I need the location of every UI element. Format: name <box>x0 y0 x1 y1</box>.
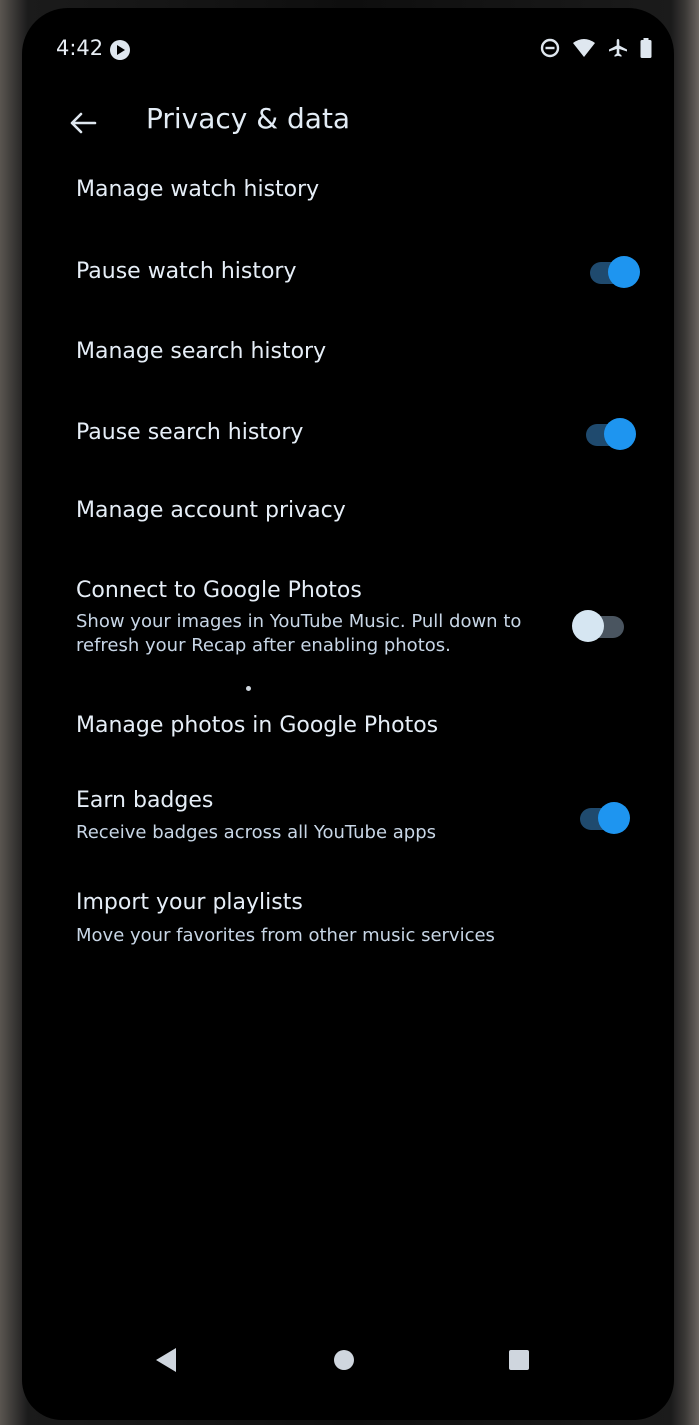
pause-search-history-item[interactable]: Pause search history <box>22 398 674 474</box>
back-button[interactable] <box>58 98 108 148</box>
nav-recents-icon[interactable] <box>509 1350 529 1370</box>
nav-back-icon[interactable] <box>156 1348 176 1372</box>
phone-device: 4:42 Privacy & data Manage watch history… <box>0 0 699 1425</box>
setting-subtitle: Receive badges across all YouTube apps <box>76 822 437 843</box>
connect-google-photos-toggle[interactable] <box>572 610 624 642</box>
manage-search-history-item[interactable]: Manage search history <box>22 320 674 394</box>
import-playlists-item[interactable]: Import your playlists Move your favorite… <box>22 876 674 962</box>
pause-search-history-toggle[interactable] <box>586 418 636 450</box>
manage-photos-item[interactable]: Manage photos in Google Photos <box>22 698 674 760</box>
status-icons <box>540 38 652 58</box>
do-not-disturb-icon <box>540 38 560 58</box>
status-bar: 4:42 <box>22 8 674 88</box>
setting-title: Manage account privacy <box>76 498 346 523</box>
toggle-thumb <box>608 256 640 288</box>
manage-account-privacy-item[interactable]: Manage account privacy <box>22 480 674 554</box>
system-nav-bar <box>22 1326 674 1396</box>
toggle-thumb <box>572 610 604 642</box>
pause-watch-history-item[interactable]: Pause watch history <box>22 238 674 312</box>
page-title: Privacy & data <box>146 102 351 135</box>
toggle-thumb <box>598 802 630 834</box>
battery-icon <box>640 38 652 58</box>
setting-title: Earn badges <box>76 788 214 813</box>
youtube-music-app-icon <box>110 40 130 60</box>
setting-title: Manage search history <box>76 339 327 364</box>
setting-title: Pause watch history <box>76 259 297 284</box>
touch-indicator-dot <box>246 686 251 691</box>
setting-title: Manage photos in Google Photos <box>76 713 439 738</box>
arrow-back-icon <box>70 112 97 134</box>
earn-badges-toggle[interactable] <box>580 802 630 834</box>
setting-title: Manage watch history <box>76 177 320 202</box>
setting-title: Connect to Google Photos <box>76 578 362 603</box>
wifi-icon <box>572 38 596 58</box>
manage-watch-history-item[interactable]: Manage watch history <box>22 158 674 228</box>
setting-title: Pause search history <box>76 420 304 445</box>
earn-badges-item[interactable]: Earn badges Receive badges across all Yo… <box>22 774 674 856</box>
connect-google-photos-item[interactable]: Connect to Google Photos Show your image… <box>22 564 674 674</box>
toggle-thumb <box>604 418 636 450</box>
app-bar: Privacy & data <box>22 88 674 158</box>
nav-home-icon[interactable] <box>334 1350 354 1370</box>
setting-title: Import your playlists <box>76 890 303 915</box>
status-time: 4:42 <box>56 36 104 60</box>
setting-subtitle: Move your favorites from other music ser… <box>76 925 495 946</box>
setting-subtitle: Show your images in YouTube Music. Pull … <box>76 611 522 656</box>
pause-watch-history-toggle[interactable] <box>590 256 640 288</box>
phone-screen: 4:42 Privacy & data Manage watch history… <box>22 8 674 1420</box>
airplane-mode-icon <box>608 38 628 58</box>
